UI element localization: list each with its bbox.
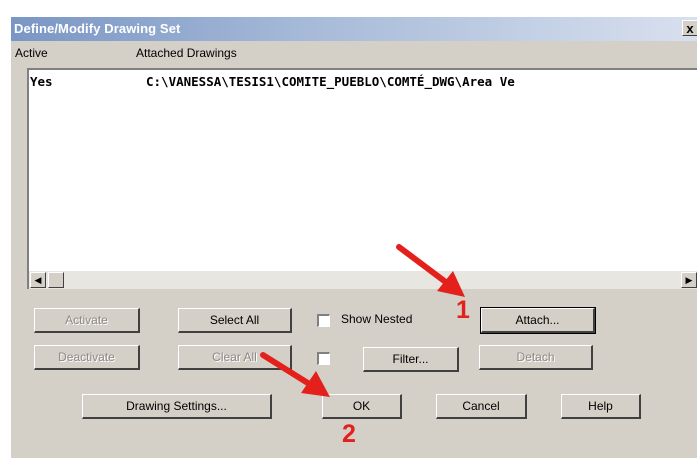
drawing-settings-button[interactable]: Drawing Settings... (82, 394, 272, 419)
step-marker-1: 1 (456, 296, 470, 324)
filter-button[interactable]: Filter... (363, 347, 459, 372)
help-button[interactable]: Help (561, 394, 641, 419)
close-button[interactable]: x (682, 20, 697, 36)
detach-button[interactable]: Detach (479, 345, 593, 370)
activate-button[interactable]: Activate (34, 308, 140, 333)
select-all-button[interactable]: Select All (178, 308, 292, 333)
attach-button[interactable]: Attach... (480, 307, 596, 334)
clear-all-button[interactable]: Clear All (178, 345, 292, 370)
drawing-set-dialog: Define/Modify Drawing Set x Active Attac… (10, 17, 697, 458)
horizontal-scrollbar[interactable]: ◀ ▶ (27, 271, 697, 289)
scroll-left-icon[interactable]: ◀ (30, 272, 46, 288)
column-header-active[interactable]: Active (15, 46, 48, 60)
show-nested-label: Show Nested (341, 312, 413, 326)
deactivate-button[interactable]: Deactivate (34, 345, 140, 370)
filter-checkbox[interactable] (317, 352, 330, 365)
dialog-title: Define/Modify Drawing Set (14, 21, 181, 36)
cancel-button[interactable]: Cancel (436, 394, 527, 419)
step-marker-2: 2 (342, 420, 356, 448)
active-cell: Yes (30, 74, 53, 89)
show-nested-checkbox[interactable] (317, 314, 330, 327)
scroll-thumb[interactable] (48, 272, 64, 288)
attached-drawings-list[interactable]: Yes C:\VANESSA\TESIS1\COMITE_PUEBLO\COMT… (27, 68, 697, 271)
title-bar[interactable]: Define/Modify Drawing Set x (11, 17, 697, 41)
scroll-right-icon[interactable]: ▶ (681, 272, 697, 288)
column-header-attached-drawings[interactable]: Attached Drawings (136, 46, 237, 60)
drawing-path-cell: C:\VANESSA\TESIS1\COMITE_PUEBLO\COMTÉ_DW… (146, 74, 515, 89)
ok-button[interactable]: OK (322, 394, 402, 419)
